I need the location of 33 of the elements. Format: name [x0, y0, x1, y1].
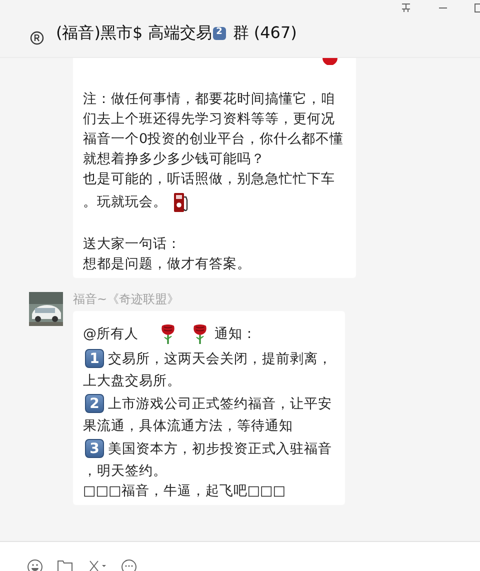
message-text: ，明天签约。 [83, 462, 167, 481]
message-text: 交易所，这两天会关闭，提前剥离， [108, 350, 332, 368]
emoji-icon[interactable] [27, 559, 43, 571]
message-text: 上大盘交易所。 [83, 372, 181, 391]
message-text: 美国资本方，初步投资正式入驻福音 [108, 440, 332, 458]
folder-icon[interactable] [57, 559, 73, 571]
message-text: 就想着挣多少多少钱可能吗？ [83, 150, 265, 169]
message-text: 。玩就玩会。 [83, 192, 167, 212]
message-text: 送大家一句话： [83, 235, 181, 254]
rose-icon [158, 322, 176, 344]
message-text: 也是可能的，听话照做，别急急忙忙下车 [83, 170, 335, 189]
message-text: 福音一个0投资的创业平台，你什么都不懂 [83, 130, 344, 149]
message-text: 注：做任何事情，都要花时间搞懂它，咱 [83, 90, 335, 109]
message-text: 想都是问题，做才有答案。 [83, 255, 251, 274]
message-text: 通知： [214, 324, 256, 344]
sender-name: 福音~《奇迹联盟》 [73, 291, 180, 308]
number-keycap: 2 [212, 26, 226, 40]
number-keycap: 3 [85, 439, 104, 458]
pin-icon[interactable] [400, 2, 412, 14]
message-text: 果流通，具体流通方法，等待通知 [83, 417, 293, 436]
registered-icon [30, 31, 44, 45]
rose-icon [190, 322, 208, 344]
more-icon[interactable] [121, 559, 137, 571]
message-text: @所有人 [83, 324, 138, 344]
maximize-icon[interactable] [474, 3, 480, 13]
scissors-icon[interactable] [87, 559, 107, 571]
message-text: 上市游戏公司正式签约福音，让平安 [108, 394, 332, 414]
number-keycap: 1 [85, 349, 104, 368]
message-text: 们去上个班还得先学习资料等等，更何况 [83, 110, 335, 129]
window-title: (福音)黑市$ 高端交易 2 群 (467) [56, 22, 297, 44]
gas-pump-icon [173, 190, 189, 212]
number-keycap: 2 [85, 394, 104, 413]
message-text: □□□福音，牛逼，起飞吧□□□ [83, 482, 286, 501]
